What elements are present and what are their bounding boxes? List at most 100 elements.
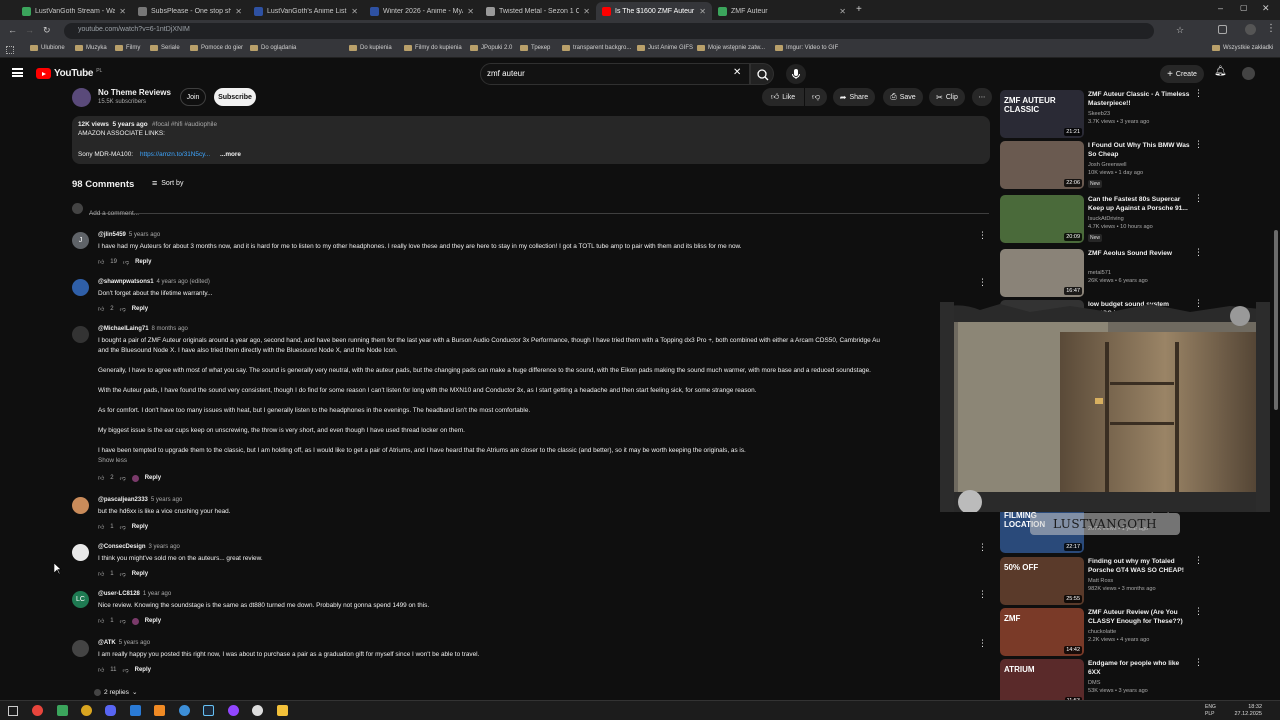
vlc-icon[interactable] (154, 705, 165, 716)
chrome-icon[interactable] (32, 705, 43, 716)
amazon-link[interactable]: https://amzn.to/31N5cy... (140, 151, 210, 158)
comment-avatar[interactable] (72, 640, 89, 657)
subscribe-button[interactable]: Subscribe (214, 88, 256, 106)
menu-dots-icon[interactable]: ⋮ (1266, 23, 1276, 34)
video-channel[interactable]: IsuckAtDriving (1088, 215, 1190, 223)
recommended-video[interactable]: 20:09 Can the Fastest 80s Supercar Keep u… (1000, 193, 1206, 245)
account-avatar[interactable] (1242, 67, 1255, 80)
clear-search-icon[interactable]: ✕ (733, 67, 741, 78)
browser-tab[interactable]: Is The $1600 ZMF Auteur A Wo ✕ (596, 2, 712, 20)
bookmark-item[interactable]: Seriale (150, 45, 180, 51)
comment-dislike-icon[interactable]: 👎︎ (123, 666, 129, 674)
app-icon[interactable] (228, 705, 239, 716)
close-tab-icon[interactable]: ✕ (235, 7, 242, 16)
create-button[interactable]: + Create (1160, 65, 1204, 83)
comment-dislike-icon[interactable]: 👎︎ (120, 617, 126, 625)
reply-button[interactable]: Reply (145, 475, 161, 481)
search-button[interactable] (750, 63, 774, 85)
video-title[interactable]: Can the Fastest 80s Supercar Keep up Aga… (1088, 195, 1190, 213)
replies-toggle[interactable]: 2 replies ⌄ (94, 688, 137, 696)
comment-like-button[interactable]: 👍︎ (98, 474, 104, 482)
youtube-logo[interactable]: YouTube PL (36, 68, 102, 79)
close-tab-icon[interactable]: ✕ (467, 7, 474, 16)
extensions-icon[interactable] (1218, 25, 1227, 34)
browser-tab[interactable]: Winter 2026 - Anime - MyAnim ✕ (364, 2, 480, 20)
sort-by-button[interactable]: ≡ Sort by (152, 178, 183, 188)
comment-avatar[interactable] (72, 279, 89, 296)
file-explorer-icon[interactable] (277, 705, 288, 716)
comment-like-button[interactable]: 👍︎ (98, 258, 104, 266)
video-menu-icon[interactable]: ⋮ (1194, 193, 1203, 204)
video-title[interactable]: I Found Out Why This BMW Was So Cheap (1088, 141, 1190, 159)
comment-avatar[interactable]: LC (72, 591, 89, 608)
apps-grid-icon[interactable] (6, 46, 14, 54)
comment-dislike-icon[interactable]: 👎︎ (120, 305, 126, 313)
reload-icon[interactable]: ↻ (43, 25, 51, 36)
close-window-button[interactable]: ✕ (1262, 3, 1270, 14)
app-icon[interactable] (57, 705, 68, 716)
start-menu-icon[interactable] (8, 706, 18, 716)
recommended-video[interactable]: 22:06 I Found Out Why This BMW Was So Che… (1000, 139, 1206, 191)
bookmark-item[interactable]: Трекер (520, 45, 550, 51)
bookmark-item[interactable]: Ulubione (30, 45, 65, 51)
save-button[interactable]: ⎙ Save (883, 88, 923, 106)
minimize-button[interactable]: – (1218, 3, 1223, 13)
comment-like-button[interactable]: 👍︎ (98, 305, 104, 313)
comment-like-button[interactable]: 👍︎ (98, 570, 104, 578)
notifications-bell-icon[interactable]: 🔔︎ (1214, 66, 1227, 77)
bookmark-item[interactable]: Muzyka (75, 45, 107, 51)
video-title[interactable]: ZMF Aeolus Sound Review (1088, 249, 1190, 258)
show-less-link[interactable]: Show less (98, 457, 127, 464)
profile-icon[interactable] (1245, 24, 1256, 35)
video-menu-icon[interactable]: ⋮ (1194, 247, 1203, 258)
clip-button[interactable]: ✂ Clip (929, 88, 965, 106)
video-title[interactable]: ZMF Auteur Classic - A Timeless Masterpi… (1088, 90, 1190, 108)
comment-dislike-icon[interactable]: 👎︎ (120, 523, 126, 531)
comment-menu-icon[interactable]: ⋮ (978, 277, 987, 288)
browser-tab[interactable]: ZMF Auteur ✕ (712, 2, 852, 20)
bookmark-item[interactable]: Just Anime GIFS (637, 45, 693, 51)
bookmark-item[interactable]: JPopuki 2.0 (470, 45, 512, 51)
video-menu-icon[interactable]: ⋮ (1194, 88, 1203, 99)
reply-button[interactable]: Reply (135, 259, 151, 265)
video-thumbnail[interactable]: ZMF 14:42 (1000, 608, 1084, 656)
video-channel[interactable]: DMS (1088, 679, 1190, 687)
comment-avatar[interactable] (72, 497, 89, 514)
dislike-button[interactable]: 👎︎ (805, 88, 827, 106)
search-input[interactable]: zmf auteur (480, 63, 750, 85)
comment-menu-icon[interactable]: ⋮ (978, 542, 987, 553)
close-tab-icon[interactable]: ✕ (699, 7, 706, 16)
description-box[interactable]: 12K views 5 years ago #focal #hifi #audi… (72, 116, 990, 164)
bookmark-item[interactable]: Do kupienia (349, 45, 392, 51)
reply-button[interactable]: Reply (135, 667, 151, 673)
reply-button[interactable]: Reply (145, 618, 161, 624)
close-tab-icon[interactable]: ✕ (583, 7, 590, 16)
comment-author[interactable]: @ConsecDesign 3 years ago (98, 544, 180, 550)
video-channel[interactable]: chuckolatte (1088, 628, 1190, 636)
comment-dislike-icon[interactable]: 👎︎ (120, 570, 126, 578)
comment-author[interactable]: @jlin5459 5 years ago (98, 232, 160, 238)
app-icon[interactable] (252, 705, 263, 716)
recommended-video[interactable]: 16:47 ZMF Aeolus Sound Review metal571 26K … (1000, 247, 1206, 299)
comment-avatar[interactable]: J (72, 232, 89, 249)
video-channel[interactable]: Skeeb23 (1088, 110, 1190, 118)
close-tab-icon[interactable]: ✕ (839, 7, 846, 16)
video-channel[interactable]: Matt Ross (1088, 577, 1190, 585)
video-menu-icon[interactable]: ⋮ (1194, 657, 1203, 668)
add-comment-input[interactable]: Add a comment... (89, 202, 989, 217)
clock[interactable]: 18:32 27.12.2025 (1226, 704, 1262, 718)
video-thumbnail[interactable]: 20:09 (1000, 195, 1084, 243)
steam-icon[interactable] (203, 705, 214, 716)
new-tab-button[interactable]: + (856, 4, 862, 15)
page-scrollbar[interactable] (1274, 230, 1278, 410)
channel-avatar[interactable] (72, 88, 91, 107)
video-menu-icon[interactable]: ⋮ (1194, 555, 1203, 566)
video-thumbnail[interactable]: 22:06 (1000, 141, 1084, 189)
bookmark-item[interactable]: Filmy (115, 45, 140, 51)
comment-avatar[interactable] (72, 544, 89, 561)
comment-menu-icon[interactable]: ⋮ (978, 230, 987, 241)
reply-button[interactable]: Reply (132, 306, 148, 312)
language-indicator[interactable]: ENG PLP (1205, 704, 1216, 718)
comment-dislike-icon[interactable]: 👎︎ (120, 474, 126, 482)
comment-menu-icon[interactable]: ⋮ (978, 638, 987, 649)
